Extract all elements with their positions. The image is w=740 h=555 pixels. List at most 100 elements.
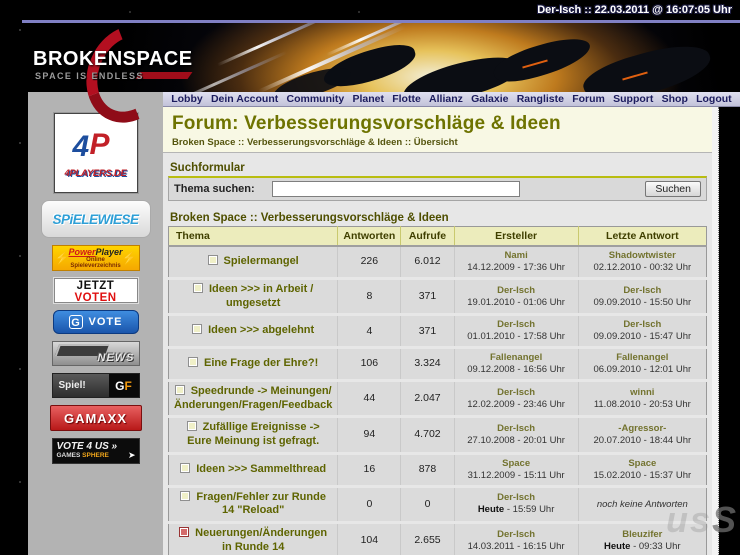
thread-status-icon: [186, 421, 197, 432]
thread-title-link[interactable]: Zufällige Ereignisse -> Eure Meinung ist…: [187, 421, 320, 447]
thread-title-link[interactable]: Ideen >>> abgelehnt: [208, 324, 314, 336]
nav-item-forum[interactable]: Forum: [572, 93, 605, 105]
ad-news-banner[interactable]: NEWS: [51, 341, 140, 366]
thread-title-link[interactable]: Neuerungen/Änderungen in Runde 14: [195, 527, 327, 553]
lightning-icon: ⚡: [54, 251, 70, 265]
views-count: 4.702: [400, 416, 455, 455]
thread-title-link[interactable]: Spielermangel: [224, 255, 299, 267]
nav-item-shop[interactable]: Shop: [662, 93, 688, 105]
user-name[interactable]: Fallenangel: [460, 352, 573, 364]
thread-table-section: Broken Space :: Verbesserungsvorschläge …: [168, 212, 707, 555]
thread-row: Spielermangel 226 6.012 Nami 14.12.2009 - 17…: [168, 246, 707, 280]
thread-title-cell: Eine Frage der Ehre?!: [168, 347, 339, 382]
post-date: Heute - 09:33 Uhr: [604, 540, 681, 552]
user-name[interactable]: Der-Isch: [584, 319, 701, 331]
thread-status-icon: [174, 384, 185, 395]
user-name[interactable]: winni: [584, 387, 701, 399]
replies-count: 106: [337, 347, 402, 382]
powerplayer-word-player: Player: [95, 247, 123, 257]
nav-item-dein-account[interactable]: Dein Account: [211, 93, 278, 105]
ad-gvote-banner[interactable]: G VOTE: [52, 310, 139, 334]
creator-cell: Der-Isch Heute - 15:59 Uhr: [454, 486, 579, 524]
thread-status-icon: [207, 255, 218, 265]
ad-powerplayer-banner[interactable]: ⚡ ⚡ PowerPlayer Online Spieleverzeichnis: [51, 245, 140, 271]
replies-count: 16: [337, 453, 402, 488]
thread-title-link[interactable]: Speedrunde -> Meinungen/Änderungen/Frage…: [174, 385, 332, 411]
user-name[interactable]: Space: [460, 458, 573, 470]
last-answer-cell: Space 15.02.2010 - 15:37 Uhr: [578, 453, 707, 488]
post-date: 31.12.2009 - 15:11 Uhr: [467, 469, 565, 481]
nav-item-galaxie[interactable]: Galaxie: [471, 93, 508, 105]
col-header-letzte-antwort: Letzte Antwort: [578, 226, 707, 247]
thread-status-icon: [180, 462, 191, 473]
last-answer-cell: Shadowtwister 02.12.2010 - 00:32 Uhr: [578, 246, 707, 280]
gvote-label: VOTE: [88, 316, 123, 328]
user-name[interactable]: Der-Isch: [460, 492, 573, 504]
last-answer-cell: Fallenangel 06.09.2010 - 12:01 Uhr: [578, 347, 707, 382]
replies-count: 4: [337, 314, 402, 349]
sphere-word: SPHERE: [82, 452, 109, 459]
ad-gamaxx-banner[interactable]: GAMAXX: [49, 405, 142, 431]
replies-count: 104: [337, 522, 402, 555]
nav-item-planet[interactable]: Planet: [352, 93, 384, 105]
user-name[interactable]: Nami: [460, 250, 573, 262]
thread-table-title: Broken Space :: Verbesserungsvorschläge …: [170, 212, 449, 224]
user-name[interactable]: Der-Isch: [460, 285, 573, 297]
nav-item-allianz[interactable]: Allianz: [429, 93, 463, 105]
search-button[interactable]: Suchen: [645, 181, 701, 197]
user-name[interactable]: -Agressor-: [584, 423, 701, 435]
ad-spielewiese-banner[interactable]: SPiELEWIESE: [40, 200, 151, 238]
post-date: 27.10.2008 - 20:01 Uhr: [467, 435, 565, 446]
nav-item-flotte[interactable]: Flotte: [392, 93, 421, 105]
sidebar-ads: 4 P 4PLAYERS.DE SPiELEWIESE ⚡ ⚡ PowerPla…: [28, 92, 163, 555]
logo-subtitle: SPACE IS ENDLESS: [35, 71, 144, 81]
post-date: 02.12.2010 - 00:32 Uhr: [593, 261, 692, 273]
thread-status-icon: [179, 527, 190, 537]
user-name[interactable]: Space: [584, 458, 701, 470]
gf-letter-f: F: [124, 378, 132, 393]
col-header-ersteller: Ersteller: [454, 226, 579, 247]
post-date: 19.01.2010 - 01:06 Uhr: [467, 296, 565, 308]
nav-item-logout[interactable]: Logout: [696, 93, 732, 105]
user-name[interactable]: Fallenangel: [584, 352, 701, 364]
search-heading: Suchformular: [170, 162, 245, 174]
no-replies-text: noch keine Antworten: [596, 498, 688, 510]
post-date: 20.07.2010 - 18:44 Uhr: [593, 435, 692, 446]
thread-title-link[interactable]: Fragen/Fehler zur Runde 14 "Reload": [196, 491, 326, 517]
views-count: 0: [400, 486, 455, 524]
thread-title-link[interactable]: Ideen >>> in Arbeit / umgesetzt: [209, 283, 313, 309]
nav-item-community[interactable]: Community: [286, 93, 344, 105]
thread-title-cell: Fragen/Fehler zur Runde 14 "Reload": [168, 486, 339, 524]
user-name[interactable]: Der-Isch: [460, 529, 573, 541]
user-name[interactable]: Shadowtwister: [584, 250, 701, 262]
user-name[interactable]: Der-Isch: [460, 423, 573, 435]
creator-cell: Space 31.12.2009 - 15:11 Uhr: [454, 453, 579, 488]
thread-title-cell: Speedrunde -> Meinungen/Änderungen/Frage…: [168, 380, 339, 419]
gamesphere-label: GAMES SPHERE: [57, 452, 135, 459]
nav-item-rangliste[interactable]: Rangliste: [517, 93, 564, 105]
thread-title-link[interactable]: Eine Frage der Ehre?!: [204, 357, 318, 369]
post-date: Heute - 15:59 Uhr: [477, 504, 555, 516]
search-input[interactable]: [272, 181, 520, 197]
search-label: Thema suchen:: [174, 183, 255, 195]
4players-label: 4PLAYERS.DE: [64, 167, 127, 179]
ad-vote4us-gamesphere-banner[interactable]: VOTE 4 US » GAMES SPHERE ➤: [51, 438, 140, 464]
user-name[interactable]: Der-Isch: [460, 387, 573, 399]
nav-item-support[interactable]: Support: [613, 93, 653, 105]
breadcrumb: Broken Space :: Verbesserungsvorschläge …: [172, 137, 458, 148]
spiel-label: Spiel!: [52, 374, 109, 397]
user-name[interactable]: Der-Isch: [584, 285, 701, 297]
creator-cell: Der-Isch 01.01.2010 - 17:58 Uhr: [454, 314, 579, 349]
thread-status-icon: [188, 357, 198, 367]
ad-jetzt-voten-banner[interactable]: JETZT VOTEN: [52, 277, 139, 304]
replies-count: 94: [337, 416, 402, 455]
thread-title-link[interactable]: Ideen >>> Sammelthread: [196, 463, 326, 475]
ad-spiel-gf-banner[interactable]: Spiel! GF: [51, 373, 140, 398]
user-name[interactable]: Bleuzifer: [584, 529, 701, 541]
spielewiese-label: SPiELEWIESE: [52, 211, 139, 227]
thread-title-cell: Spielermangel: [168, 246, 339, 280]
main-content: Forum: Verbesserungsvorschläge & Ideen B…: [163, 107, 712, 555]
banner-streak: [217, 23, 337, 67]
post-date: 09.09.2010 - 15:47 Uhr: [593, 331, 692, 343]
user-name[interactable]: Der-Isch: [460, 319, 573, 331]
